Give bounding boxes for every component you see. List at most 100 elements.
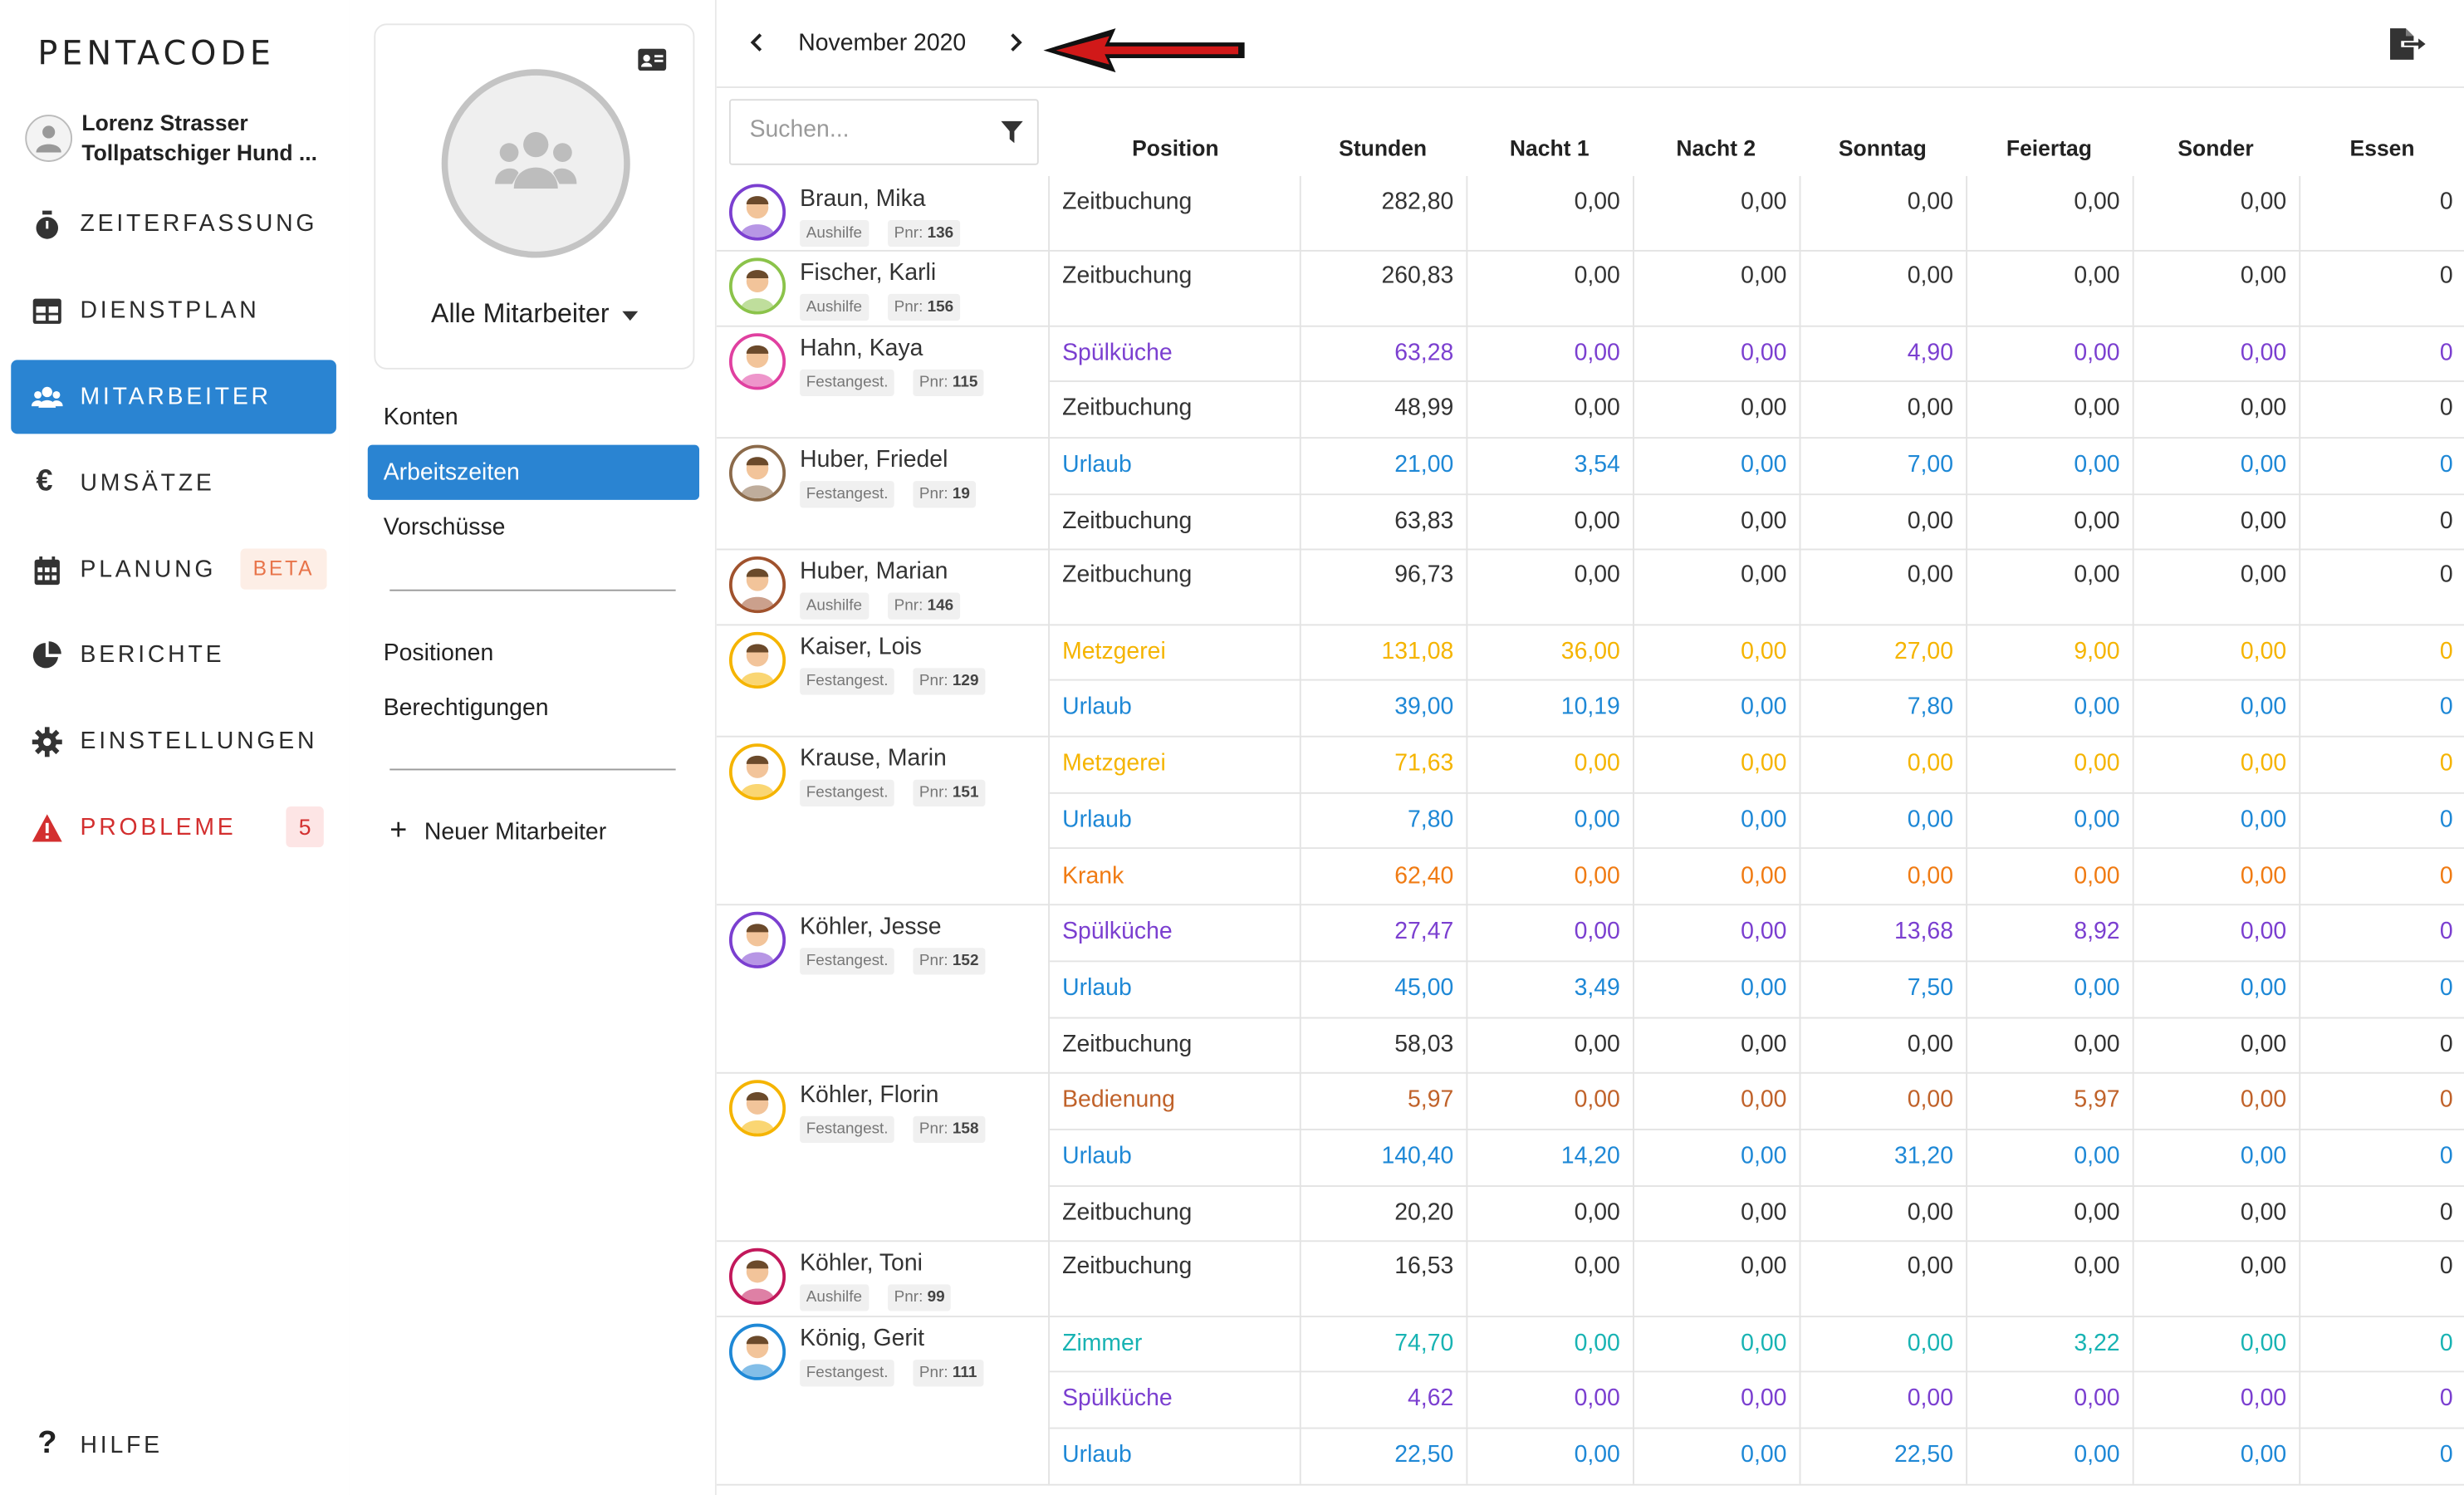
employee-cell[interactable]: Fischer, Karli Aushilfe Pnr: 156	[716, 251, 1049, 326]
employee-cell[interactable]: Krause, Marin Festangest. Pnr: 151	[716, 736, 1049, 906]
nav-item-planung[interactable]: PLANUNG BETA	[11, 533, 336, 607]
column-header[interactable]: Position	[1132, 135, 1219, 160]
value-cell: 48,99	[1301, 380, 1468, 438]
chevron-left-icon[interactable]	[745, 30, 770, 55]
employment-type-badge: Aushilfe	[800, 1285, 869, 1312]
filter-icon[interactable]	[1001, 120, 1023, 144]
value-cell: 5,97	[1967, 1072, 2134, 1129]
value-label: 0	[2439, 189, 2453, 216]
menu-divider	[389, 768, 676, 771]
user-avatar-icon	[25, 115, 73, 162]
table-row[interactable]: Zeitbuchung 20,20 0,00 0,00 0,00 0,00 0,00 0	[1048, 1184, 2464, 1243]
value-cell: 0	[2300, 1316, 2464, 1372]
user-profile[interactable]: Lorenz Strasser Tollpatschiger Hund ...	[25, 110, 339, 173]
table-row[interactable]: Urlaub 7,80 0,00 0,00 0,00 0,00 0,00 0	[1048, 792, 2464, 850]
value-cell: 0,00	[1967, 325, 2134, 381]
employee-cell[interactable]: Kaiser, Lois Festangest. Pnr: 129	[716, 624, 1049, 738]
menu-item-positionen[interactable]: Positionen	[368, 625, 699, 680]
value-label: 131,08	[1381, 637, 1454, 665]
table-row[interactable]: Zeitbuchung 48,99 0,00 0,00 0,00 0,00 0,00 0	[1048, 380, 2464, 439]
table-row[interactable]: Urlaub 39,00 10,19 0,00 7,80 0,00 0,00 0	[1048, 679, 2464, 738]
employee-cell[interactable]: Hahn, Kaya Festangest. Pnr: 115	[716, 325, 1049, 439]
employee-cell[interactable]: Huber, Marian Aushilfe Pnr: 146	[716, 549, 1049, 625]
column-header[interactable]: Essen	[2350, 135, 2415, 160]
employee-cell[interactable]: Köhler, Florin Festangest. Pnr: 158	[716, 1072, 1049, 1243]
value-cell: 0,00	[2134, 1072, 2301, 1129]
nav-item-probleme[interactable]: PROBLEME 5	[11, 791, 336, 865]
column-header[interactable]: Feiertag	[2006, 135, 2092, 160]
search-input[interactable]	[746, 115, 989, 145]
value-cell: 0,00	[1634, 960, 1801, 1017]
table-row[interactable]: Zeitbuchung 96,73 0,00 0,00 0,00 0,00 0,00 0	[1048, 549, 2464, 625]
value-label: 21,00	[1394, 451, 1454, 478]
position-label: Zeitbuchung	[1062, 262, 1193, 290]
menu-item-berechtigungen[interactable]: Berechtigungen	[368, 681, 699, 736]
table-row[interactable]: Urlaub 21,00 3,54 0,00 7,00 0,00 0,00 0	[1048, 437, 2464, 495]
table-row[interactable]: Zeitbuchung 260,83 0,00 0,00 0,00 0,00 0,00 0	[1048, 250, 2464, 326]
id-card-icon[interactable]	[638, 48, 667, 71]
employee-cell[interactable]: Köhler, Toni Aushilfe Pnr: 99	[716, 1241, 1049, 1317]
employee-name: Köhler, Toni	[800, 1250, 923, 1277]
value-cell: 0,00	[1800, 1184, 1968, 1242]
table-row[interactable]: Urlaub 45,00 3,49 0,00 7,50 0,00 0,00 0	[1048, 960, 2464, 1018]
table-row[interactable]: Bedienung 5,97 0,00 0,00 0,00 5,97 0,00 0	[1048, 1072, 2464, 1130]
table-row[interactable]: Urlaub 22,50 0,00 0,00 22,50 0,00 0,00 0	[1048, 1427, 2464, 1486]
export-file-icon[interactable]	[2388, 27, 2426, 61]
nav-item-hilfe[interactable]: ? HILFE	[11, 1409, 336, 1483]
table-row[interactable]: Zeitbuchung 63,83 0,00 0,00 0,00 0,00 0,00 0	[1048, 493, 2464, 551]
value-cell: 282,80	[1301, 175, 1468, 251]
column-header[interactable]: Nacht 1	[1510, 135, 1590, 160]
table-row[interactable]: Spülküche 27,47 0,00 0,00 13,68 8,92 0,00 0	[1048, 904, 2464, 963]
table-row[interactable]: Zimmer 74,70 0,00 0,00 0,00 3,22 0,00 0	[1048, 1315, 2464, 1374]
value-cell: 0,00	[2134, 380, 2301, 438]
value-cell: 9,00	[1967, 623, 2134, 680]
table-row[interactable]: Metzgerei 71,63 0,00 0,00 0,00 0,00 0,00 0	[1048, 735, 2464, 794]
employment-type-badge: Festangest.	[800, 667, 895, 694]
nav-item-einstellungen[interactable]: EINSTELLUNGEN	[11, 704, 336, 778]
value-cell: 0	[2300, 1129, 2464, 1185]
table-row[interactable]: Krank 62,40 0,00 0,00 0,00 0,00 0,00 0	[1048, 848, 2464, 906]
employee-cell[interactable]: Braun, Mika Aushilfe Pnr: 136	[716, 176, 1049, 252]
value-label: 0,00	[2240, 1441, 2287, 1468]
value-label: 0,00	[1741, 1086, 1787, 1114]
column-header[interactable]: Sonntag	[1839, 135, 1927, 160]
avatar	[728, 1323, 786, 1380]
nav-item-berichte[interactable]: BERICHTE	[11, 618, 336, 692]
menu-item-arbeitszeiten[interactable]: Arbeitszeiten	[367, 444, 700, 500]
table-row[interactable]: Spülküche 4,62 0,00 0,00 0,00 0,00 0,00 0	[1048, 1371, 2464, 1429]
chevron-right-icon[interactable]	[1002, 30, 1027, 55]
value-label: 0,00	[1574, 262, 1620, 290]
column-header[interactable]: Sonder	[2177, 135, 2253, 160]
value-label: 0,00	[2074, 189, 2120, 216]
value-label: 0,00	[1574, 189, 1620, 216]
nav-label: ZEITERFASSUNG	[80, 210, 318, 238]
value-cell: 0,00	[1967, 175, 2134, 251]
value-cell: 0	[2300, 1371, 2464, 1428]
table-row[interactable]: Metzgerei 131,08 36,00 0,00 27,00 9,00 0,00 0	[1048, 623, 2464, 682]
nav-item-umsaetze[interactable]: € UMSÄTZE	[11, 447, 336, 521]
position-cell: Zeitbuchung	[1050, 380, 1301, 438]
value-cell: 0	[2300, 792, 2464, 849]
employee-cell[interactable]: Köhler, Jesse Festangest. Pnr: 152	[716, 904, 1049, 1075]
menu-item-konten[interactable]: Konten	[368, 390, 699, 444]
value-cell: 131,08	[1301, 623, 1468, 680]
personnel-number-badge: Pnr: 151	[913, 779, 986, 807]
menu-item-vorschuesse[interactable]: Vorschüsse	[368, 500, 699, 555]
column-header[interactable]: Nacht 2	[1676, 135, 1756, 160]
nav-item-mitarbeiter[interactable]: MITARBEITER	[11, 360, 336, 434]
group-dropdown[interactable]: Alle Mitarbeiter	[375, 299, 693, 331]
value-label: 0	[2439, 1253, 2453, 1281]
employee-panel: Alle Mitarbeiter Konten Arbeitszeiten Vo…	[349, 0, 717, 1495]
table-row[interactable]: Urlaub 140,40 14,20 0,00 31,20 0,00 0,00 0	[1048, 1128, 2464, 1187]
nav-item-zeiterfassung[interactable]: ZEITERFASSUNG	[11, 187, 336, 261]
nav-item-dienstplan[interactable]: DIENSTPLAN	[11, 273, 336, 347]
table-row[interactable]: Zeitbuchung 282,80 0,00 0,00 0,00 0,00 0,00 0	[1048, 175, 2464, 252]
app-logo[interactable]: PENTACODE	[37, 35, 274, 72]
column-header[interactable]: Stunden	[1339, 135, 1427, 160]
table-row[interactable]: Zeitbuchung 58,03 0,00 0,00 0,00 0,00 0,00 0	[1048, 1016, 2464, 1075]
table-row[interactable]: Spülküche 63,28 0,00 0,00 4,90 0,00 0,00 0	[1048, 325, 2464, 383]
search-field[interactable]	[728, 99, 1039, 165]
employee-cell[interactable]: König, Gerit Festangest. Pnr: 111	[716, 1316, 1049, 1486]
employee-cell[interactable]: Huber, Friedel Festangest. Pnr: 19	[716, 437, 1049, 551]
table-row[interactable]: Zeitbuchung 16,53 0,00 0,00 0,00 0,00 0,00 0	[1048, 1241, 2464, 1317]
